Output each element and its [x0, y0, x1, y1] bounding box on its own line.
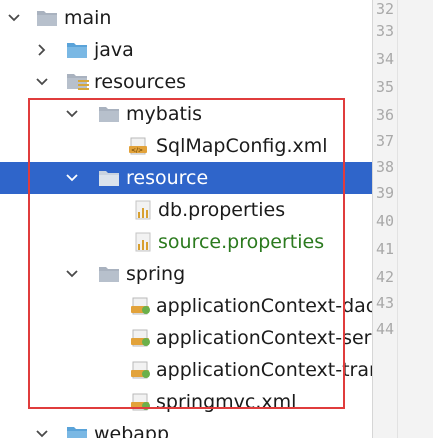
svg-text:</>: </> — [131, 147, 143, 154]
line-number: 40 — [375, 212, 395, 230]
gutter-divider — [397, 0, 398, 438]
resources-folder-icon — [66, 66, 90, 98]
line-number: 35 — [375, 78, 395, 96]
folder-icon — [98, 98, 120, 130]
project-tree: main java resources mybatis </> SqlMapCo… — [0, 0, 372, 438]
tree-item-label: resources — [94, 71, 187, 93]
line-number: 38 — [375, 158, 395, 176]
chevron-down-icon[interactable] — [64, 162, 80, 194]
chevron-down-icon[interactable] — [34, 418, 50, 438]
folder-icon — [98, 162, 120, 194]
spring-xml-file-icon — [130, 386, 152, 418]
tree-row-webapp[interactable]: webapp — [0, 418, 372, 438]
tree-item-label: applicationContext-trans — [156, 359, 372, 381]
tree-row-springmvc[interactable]: springmvc.xml — [0, 386, 372, 418]
line-number: 32 — [375, 0, 395, 18]
xml-file-icon: </> — [128, 130, 150, 162]
tree-item-label: applicationContext-dao.x — [156, 295, 372, 317]
folder-icon — [98, 258, 120, 290]
source-folder-icon — [66, 34, 88, 66]
spring-xml-file-icon — [130, 354, 152, 386]
chevron-down-icon[interactable] — [34, 66, 50, 98]
tree-row-mybatis[interactable]: mybatis — [0, 98, 372, 130]
tree-row-resource[interactable]: resource — [0, 162, 372, 194]
tree-item-label: db.properties — [158, 199, 286, 221]
chevron-down-icon[interactable] — [6, 2, 22, 34]
folder-icon — [36, 2, 58, 34]
tree-row-appctx-trans[interactable]: applicationContext-trans — [0, 354, 372, 386]
tree-row-sqlmapconfig[interactable]: </> SqlMapConfig.xml — [0, 130, 372, 162]
tree-item-label: main — [64, 7, 112, 29]
tree-item-label: mybatis — [126, 103, 203, 125]
line-number: 41 — [375, 240, 395, 258]
line-number: 36 — [375, 106, 395, 124]
chevron-down-icon[interactable] — [64, 98, 80, 130]
tree-row-db-properties[interactable]: db.properties — [0, 194, 372, 226]
tree-item-label: SqlMapConfig.xml — [156, 135, 328, 157]
line-number: 43 — [375, 294, 395, 312]
tree-row-appctx-dao[interactable]: applicationContext-dao.x — [0, 290, 372, 322]
line-number: 37 — [375, 132, 395, 150]
line-number: 33 — [375, 22, 395, 40]
editor-gutter: 32 33 34 35 36 37 38 39 40 41 42 43 44 — [372, 0, 433, 438]
line-number: 44 — [375, 320, 395, 338]
spring-xml-file-icon — [130, 322, 152, 354]
tree-item-label: spring — [126, 263, 186, 285]
properties-file-icon — [134, 226, 152, 258]
line-number: 39 — [375, 184, 395, 202]
tree-row-source-properties[interactable]: source.properties — [0, 226, 372, 258]
chevron-right-icon[interactable] — [34, 34, 50, 66]
line-number: 34 — [375, 50, 395, 68]
tree-item-label: source.properties — [158, 231, 325, 253]
tree-item-label: resource — [126, 167, 209, 189]
tree-row-appctx-service[interactable]: applicationContext-servi — [0, 322, 372, 354]
tree-row-java[interactable]: java — [0, 34, 372, 66]
tree-row-main[interactable]: main — [0, 2, 372, 34]
chevron-down-icon[interactable] — [64, 258, 80, 290]
tree-item-label: applicationContext-servi — [156, 327, 372, 349]
web-folder-icon — [66, 418, 88, 438]
spring-xml-file-icon — [130, 290, 152, 322]
properties-file-icon — [134, 194, 152, 226]
tree-row-resources[interactable]: resources — [0, 66, 372, 98]
tree-item-label: springmvc.xml — [156, 391, 297, 413]
tree-row-spring[interactable]: spring — [0, 258, 372, 290]
line-number: 42 — [375, 268, 395, 286]
tree-item-label: webapp — [94, 423, 170, 438]
tree-item-label: java — [94, 39, 134, 61]
